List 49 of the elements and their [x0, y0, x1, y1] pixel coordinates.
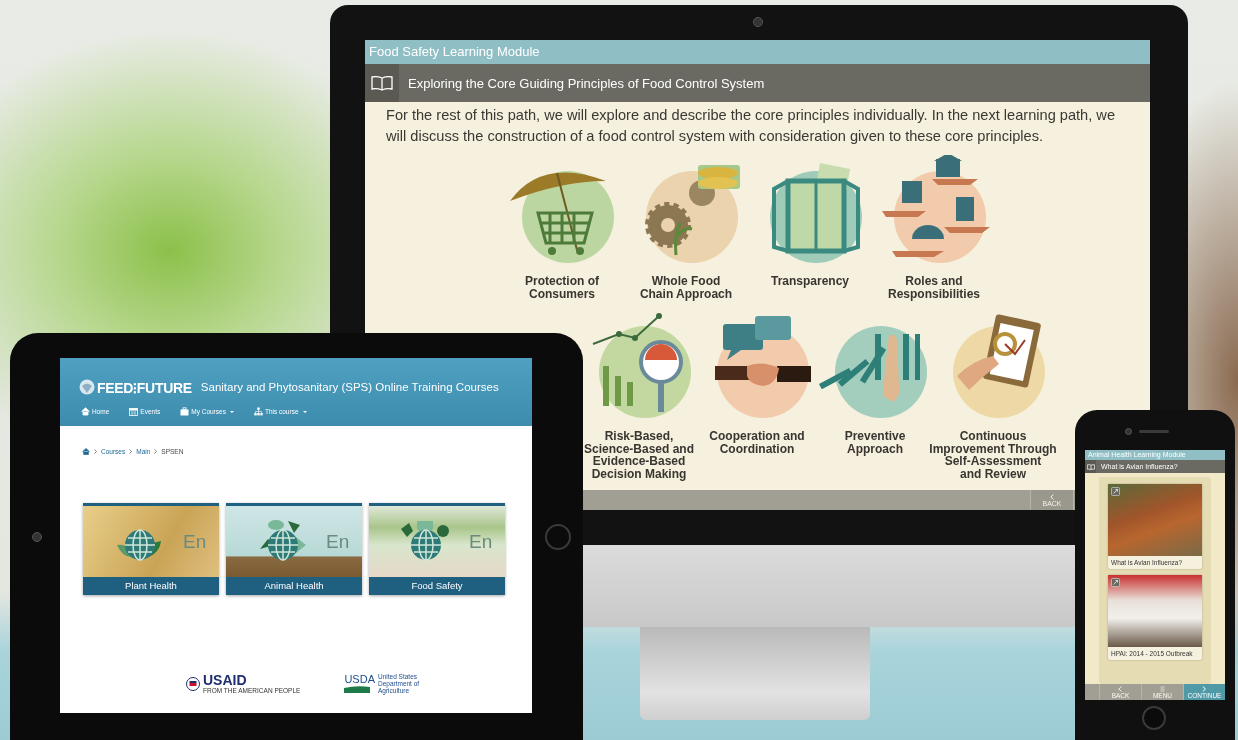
book-icon	[1086, 463, 1095, 470]
camera-icon	[1125, 428, 1132, 435]
site-logo: FEED⁝FUTURE	[97, 378, 192, 397]
course-title: Animal Health	[226, 577, 362, 595]
course-title: Food Safety	[369, 577, 505, 595]
home-button[interactable]	[1142, 706, 1166, 730]
home-icon	[81, 407, 90, 416]
principle-label: Continuous Improvement Through Self-Assessment and Review	[929, 430, 1057, 480]
principle-label: Transparency	[770, 275, 849, 288]
usaid-logo-text: USAID	[203, 673, 248, 687]
speaker-slot	[1139, 430, 1169, 433]
course-card[interactable]: En Plant Health	[83, 503, 219, 595]
camera-icon	[32, 532, 42, 542]
book-icon	[371, 75, 393, 91]
course-title: Plant Health	[83, 577, 219, 595]
language-label: En	[469, 530, 493, 553]
course-card[interactable]: En Food Safety	[369, 503, 505, 595]
home-icon	[82, 448, 90, 455]
expand-icon	[1111, 487, 1120, 496]
field-stripes-icon	[344, 685, 371, 693]
principle-label: Roles and Responsibilities	[888, 275, 980, 300]
seal-icon	[186, 676, 200, 691]
usda-logo-text: USDA	[344, 674, 375, 685]
chevron-left-icon	[1118, 685, 1123, 692]
chevron-right-icon	[154, 449, 158, 454]
sitemap-icon	[253, 407, 263, 416]
chevron-right-icon	[1202, 685, 1207, 692]
principle-label: Protection of Consumers	[525, 275, 599, 300]
camera-icon	[753, 17, 763, 27]
chevron-right-icon	[129, 449, 133, 454]
chevron-left-icon	[1050, 493, 1054, 500]
module-title: Food Safety Learning Module	[365, 40, 1150, 64]
site-title: Sanitary and Phytosanitary (SPS) Online Training Courses	[200, 381, 499, 393]
calendar-icon	[129, 407, 139, 416]
language-label: En	[183, 530, 207, 553]
principle-label: Risk-Based, Science-Based and Evidence-Based Decision Making	[583, 430, 694, 480]
intro-paragraph: For the rest of this path, we will explore and describe the core principles individually. In the next learning path, we will discuss the construction of a food control system with consideration given to these core principles.	[386, 106, 1116, 146]
language-label: En	[326, 530, 350, 553]
lesson-title: Exploring the Core Guiding Principles of Food Control System	[408, 75, 765, 91]
principle-label: Whole Food Chain Approach	[639, 275, 733, 300]
course-card[interactable]: En Animal Health	[226, 503, 362, 595]
briefcase-icon	[180, 407, 190, 416]
chevron-right-icon	[94, 449, 97, 454]
menu-icon	[1160, 685, 1165, 692]
expand-icon	[1111, 578, 1120, 587]
seal-icon	[79, 379, 95, 395]
principle-label: Preventive Approach	[844, 430, 906, 455]
home-button[interactable]	[545, 524, 571, 550]
principle-label: Cooperation and Coordination	[709, 430, 805, 455]
